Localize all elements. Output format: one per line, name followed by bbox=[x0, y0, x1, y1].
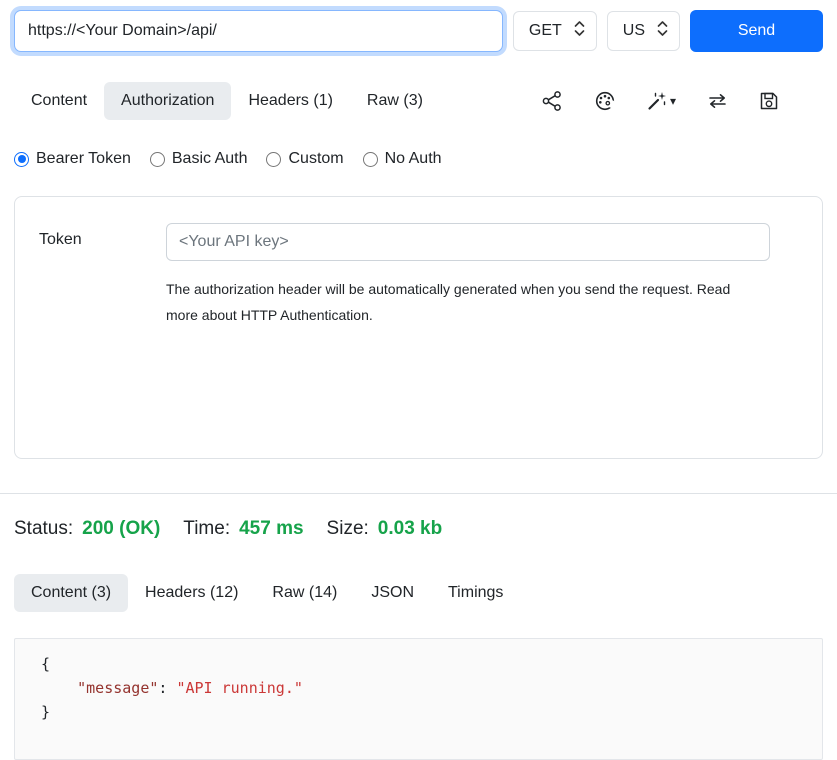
toolbar-icons: ▾ bbox=[541, 90, 823, 112]
auth-type-options: Bearer Token Basic Auth Custom No Auth bbox=[14, 150, 823, 168]
response-tabs: Content (3) Headers (12) Raw (14) JSON T… bbox=[14, 574, 823, 612]
swap-arrows-icon[interactable] bbox=[707, 91, 728, 111]
status-label: Status: bbox=[14, 518, 73, 540]
size-value: 0.03 kb bbox=[378, 518, 442, 540]
tab-response-json[interactable]: JSON bbox=[354, 574, 431, 612]
auth-option-bearer-token[interactable]: Bearer Token bbox=[14, 150, 131, 168]
radio-icon bbox=[150, 152, 165, 167]
radio-icon bbox=[266, 152, 281, 167]
json-string-value: "API running." bbox=[176, 679, 302, 697]
select-arrows-icon bbox=[657, 21, 668, 41]
select-arrows-icon bbox=[574, 21, 585, 41]
status-value: 200 (OK) bbox=[82, 518, 160, 540]
request-tabs: Content Authorization Headers (1) Raw (3… bbox=[14, 82, 823, 120]
auth-option-basic-auth[interactable]: Basic Auth bbox=[150, 150, 248, 168]
tab-authorization[interactable]: Authorization bbox=[104, 82, 231, 120]
tab-content[interactable]: Content bbox=[14, 82, 104, 120]
auth-option-label: Basic Auth bbox=[172, 150, 248, 168]
url-input[interactable] bbox=[14, 10, 503, 52]
tab-response-raw[interactable]: Raw (14) bbox=[255, 574, 354, 612]
time-label: Time: bbox=[183, 518, 230, 540]
time-value: 457 ms bbox=[239, 518, 303, 540]
caret-down-icon: ▾ bbox=[670, 95, 676, 107]
response-summary: Status: 200 (OK) Time: 457 ms Size: 0.03… bbox=[14, 518, 823, 540]
request-bar: GET US Send bbox=[14, 10, 823, 52]
region-select[interactable]: US bbox=[607, 11, 680, 51]
size-label: Size: bbox=[327, 518, 369, 540]
method-select[interactable]: GET bbox=[513, 11, 597, 51]
palette-icon[interactable] bbox=[594, 90, 616, 112]
radio-icon bbox=[363, 152, 378, 167]
code-line: } bbox=[41, 700, 810, 724]
method-select-value: GET bbox=[529, 22, 562, 40]
region-select-value: US bbox=[623, 22, 645, 40]
code-line: "message": "API running." bbox=[41, 676, 810, 700]
tab-raw[interactable]: Raw (3) bbox=[350, 82, 440, 120]
token-help-text: The authorization header will be automat… bbox=[166, 277, 748, 329]
code-line: { bbox=[41, 652, 810, 676]
response-body: { "message": "API running." } bbox=[14, 638, 823, 760]
auth-option-label: No Auth bbox=[385, 150, 442, 168]
tab-response-content[interactable]: Content (3) bbox=[14, 574, 128, 612]
token-label: Token bbox=[39, 223, 166, 432]
save-icon[interactable] bbox=[759, 91, 779, 111]
magic-wand-button[interactable]: ▾ bbox=[647, 91, 676, 111]
divider bbox=[0, 493, 837, 494]
tab-response-headers[interactable]: Headers (12) bbox=[128, 574, 255, 612]
auth-option-label: Bearer Token bbox=[36, 150, 131, 168]
auth-option-label: Custom bbox=[288, 150, 343, 168]
auth-option-no-auth[interactable]: No Auth bbox=[363, 150, 442, 168]
json-key: "message" bbox=[77, 679, 158, 697]
api-client-page: GET US Send Content Authorization Header… bbox=[0, 0, 837, 760]
tab-response-timings[interactable]: Timings bbox=[431, 574, 520, 612]
radio-selected-icon bbox=[14, 152, 29, 167]
token-input[interactable] bbox=[166, 223, 770, 261]
token-panel: Token The authorization header will be a… bbox=[14, 196, 823, 459]
send-button[interactable]: Send bbox=[690, 10, 823, 52]
auth-option-custom[interactable]: Custom bbox=[266, 150, 343, 168]
tab-headers[interactable]: Headers (1) bbox=[231, 82, 349, 120]
magic-wand-icon bbox=[647, 91, 667, 111]
share-icon[interactable] bbox=[541, 90, 563, 112]
